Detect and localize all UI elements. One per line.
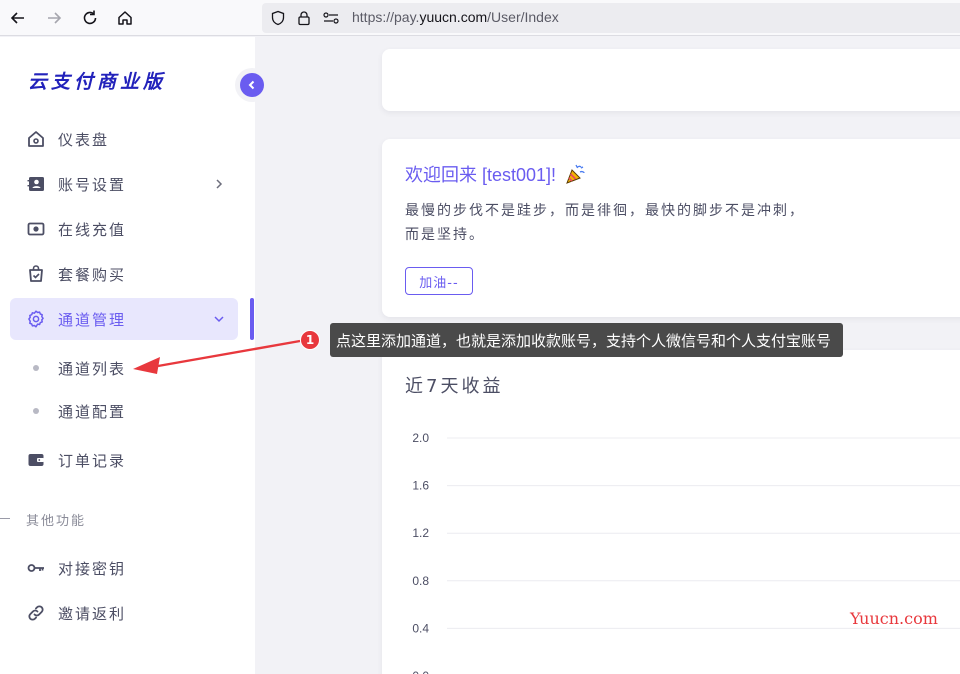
app-logo[interactable]: 云支付商业版 bbox=[28, 67, 166, 94]
sidebar-item-channel-management[interactable]: 通道管理 bbox=[10, 298, 238, 340]
sidebar-item-package-purchase[interactable]: 套餐购买 bbox=[10, 253, 238, 295]
bullet-dot bbox=[33, 408, 39, 414]
url-bar[interactable]: https://pay.yuucn.com/User/Index bbox=[262, 3, 960, 33]
sidebar: 云支付商业版 仪表盘 账号设置 在线充值 套餐购买 通道管理 通道列表 通道配置… bbox=[0, 37, 255, 674]
sidebar-item-online-recharge[interactable]: 在线充值 bbox=[10, 208, 238, 250]
section-header-label: 其他功能 bbox=[26, 514, 87, 529]
sidebar-item-label: 仪表盘 bbox=[58, 131, 110, 149]
sidebar-subitem-channel-config[interactable]: 通道配置 bbox=[10, 393, 238, 427]
home-icon bbox=[26, 129, 46, 149]
bullet-dot bbox=[33, 365, 39, 371]
annotation-badge: 1 bbox=[300, 330, 320, 350]
chevron-right-icon bbox=[212, 176, 226, 190]
lock-icon[interactable] bbox=[296, 10, 312, 30]
contact-card-icon bbox=[26, 174, 46, 194]
sidebar-subitem-channel-list[interactable]: 通道列表 bbox=[10, 350, 238, 384]
welcome-title: 欢迎回来 [test001]! bbox=[405, 161, 587, 187]
browser-toolbar: https://pay.yuucn.com/User/Index bbox=[0, 0, 960, 36]
sidebar-subitem-label: 通道列表 bbox=[58, 360, 127, 378]
link-icon bbox=[26, 603, 46, 623]
url-text[interactable]: https://pay.yuucn.com/User/Index bbox=[352, 9, 559, 25]
sidebar-collapse-button[interactable] bbox=[235, 68, 269, 102]
section-divider bbox=[0, 518, 10, 519]
sidebar-item-label: 套餐购买 bbox=[58, 266, 127, 284]
sidebar-item-order-records[interactable]: 订单记录 bbox=[10, 439, 238, 481]
wallet-icon bbox=[26, 450, 46, 470]
chevron-left-icon[interactable] bbox=[240, 73, 264, 97]
sidebar-item-label: 邀请返利 bbox=[58, 605, 127, 623]
shield-icon[interactable] bbox=[270, 10, 286, 30]
chart-y-tick-label: 0.0 bbox=[412, 669, 429, 674]
sidebar-item-label: 订单记录 bbox=[58, 452, 127, 470]
key-icon bbox=[26, 558, 46, 578]
back-arrow-icon[interactable] bbox=[6, 6, 30, 30]
home-page-icon[interactable] bbox=[113, 6, 137, 30]
welcome-line: 而是坚持。 bbox=[405, 227, 485, 243]
gear-icon bbox=[26, 309, 46, 329]
sidebar-subitem-label: 通道配置 bbox=[58, 403, 127, 421]
sidebar-item-label: 对接密钥 bbox=[58, 560, 127, 578]
welcome-line: 最慢的步伐不是跬步，而是徘徊，最快的脚步不是冲刺， bbox=[405, 203, 805, 219]
sidebar-item-label: 在线充值 bbox=[58, 221, 127, 239]
chevron-down-icon bbox=[212, 311, 226, 325]
chart-y-tick-label: 0.8 bbox=[412, 574, 429, 588]
reload-icon[interactable] bbox=[78, 6, 102, 30]
section-header-other: 其他功能 bbox=[0, 509, 200, 529]
welcome-message: 最慢的步伐不是跬步，而是徘徊，最快的脚步不是冲刺， 而是坚持。 bbox=[405, 199, 875, 247]
sidebar-item-referral-rebate[interactable]: 邀请返利 bbox=[10, 592, 238, 634]
sidebar-item-label: 账号设置 bbox=[58, 176, 127, 194]
watermark: Yuucn.com bbox=[850, 609, 938, 628]
sidebar-item-label: 通道管理 bbox=[58, 311, 127, 329]
welcome-title-text: 欢迎回来 [test001]! bbox=[405, 165, 557, 185]
forward-arrow-icon[interactable] bbox=[42, 6, 66, 30]
chart-y-tick-label: 0.4 bbox=[412, 621, 429, 635]
permissions-icon[interactable] bbox=[322, 10, 340, 30]
chart-y-tick-label: 2.0 bbox=[412, 431, 429, 445]
sidebar-item-api-keys[interactable]: 对接密钥 bbox=[10, 547, 238, 589]
party-popper-icon bbox=[565, 163, 587, 185]
annotation-tooltip: 点这里添加通道，也就是添加收款账号，支持个人微信号和个人支付宝账号 bbox=[330, 323, 844, 357]
top-card bbox=[382, 49, 960, 111]
annotation-text: 点这里添加通道，也就是添加收款账号，支持个人微信号和个人支付宝账号 bbox=[336, 331, 832, 350]
cheer-button[interactable]: 加油-- bbox=[405, 267, 473, 295]
page-root: https://pay.yuucn.com/User/Index 云支付商业版 … bbox=[0, 0, 960, 674]
sidebar-scrollbar[interactable] bbox=[250, 298, 254, 340]
shopping-bag-icon bbox=[26, 264, 46, 284]
cash-icon bbox=[26, 219, 46, 239]
welcome-card: 欢迎回来 [test001]! 最慢的步伐不是跬步，而是徘徊，最快的脚步不是冲刺… bbox=[382, 139, 960, 317]
chart-y-tick-label: 1.6 bbox=[412, 479, 429, 493]
chart-y-tick-label: 1.2 bbox=[412, 526, 429, 540]
sidebar-item-dashboard[interactable]: 仪表盘 bbox=[10, 118, 238, 160]
sidebar-item-account-settings[interactable]: 账号设置 bbox=[10, 163, 238, 205]
